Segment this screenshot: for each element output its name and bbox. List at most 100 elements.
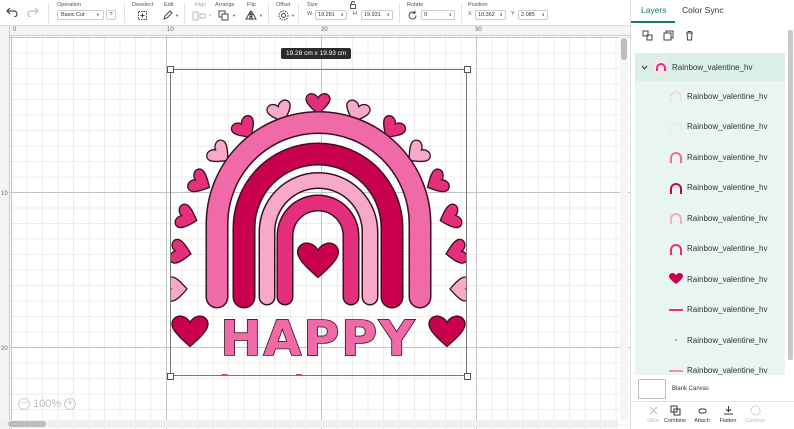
- group-icon[interactable]: [642, 28, 653, 46]
- layer-name: Rainbow_valentine_hv: [687, 244, 768, 253]
- deselect-button[interactable]: [137, 10, 148, 21]
- resize-handle[interactable]: [167, 66, 174, 73]
- panel-tabs: Layers Color Sync: [631, 0, 794, 24]
- resize-handle[interactable]: [167, 373, 174, 380]
- pen-icon: [163, 10, 173, 20]
- layer-row[interactable]: Rainbow_valentine_hv: [635, 173, 785, 203]
- action-label: Contour: [745, 418, 765, 424]
- layer-name: Rainbow_valentine_hv: [687, 152, 768, 162]
- undo-icon[interactable]: [6, 7, 18, 19]
- layer-thumbnail: [668, 150, 684, 164]
- layer-row[interactable]: Rainbow_valentine_hv: [635, 295, 785, 325]
- action-label: Flatten: [719, 418, 737, 424]
- chevron-down-icon: ▼: [291, 13, 295, 18]
- scrollbar-thumb[interactable]: [621, 38, 627, 60]
- vertical-scrollbar[interactable]: [620, 36, 628, 420]
- stepper-icon: ⬍: [541, 12, 545, 17]
- edit-toolbar: Operation Basic Cut ▼ ? Deselect Edit ▼ …: [0, 0, 630, 26]
- layer-row[interactable]: Rainbow_valentine_hv: [635, 142, 785, 172]
- layer-row[interactable]: Rainbow_valentine_hv: [635, 203, 785, 233]
- layer-row[interactable]: Rainbow_valentine_hv: [635, 325, 785, 355]
- layer-row[interactable]: Rainbow_valentine_hv: [635, 234, 785, 264]
- panel-scrollbar[interactable]: [788, 30, 793, 360]
- layer-row[interactable]: Rainbow_valentine_hv: [635, 264, 785, 294]
- layer-thumbnail: [668, 181, 684, 195]
- toolbar-divider: [399, 3, 400, 23]
- align-label: Align: [194, 2, 207, 8]
- attach-button[interactable]: Attach: [688, 405, 716, 424]
- toolbar-divider: [461, 3, 462, 23]
- zoom-in-button[interactable]: +: [64, 398, 77, 410]
- rotate-field[interactable]: 0 ⬍: [421, 10, 455, 20]
- operation-select[interactable]: Basic Cut ▼: [57, 10, 104, 20]
- flatten-button[interactable]: Flatten: [714, 405, 742, 424]
- toolbar-divider: [48, 3, 49, 23]
- align-button[interactable]: ▼: [192, 10, 212, 21]
- blank-canvas-swatch: [638, 379, 666, 399]
- x-field[interactable]: 10.362 ⬍: [475, 10, 506, 20]
- selection-box[interactable]: [170, 69, 467, 376]
- layer-thumbnail: [668, 364, 684, 376]
- chevron-down-icon: ▼: [96, 12, 100, 17]
- ruler-tick: 20: [321, 27, 328, 33]
- canvas-area[interactable]: 0 10 20 30 10 20 19.28 cm x 19.93 cm HAP…: [0, 26, 630, 429]
- align-icon: [192, 11, 206, 20]
- operation-value: Basic Cut: [61, 12, 85, 18]
- chevron-down-icon[interactable]: [641, 58, 648, 76]
- y-field[interactable]: 2.085 ⬍: [518, 10, 548, 20]
- layer-row[interactable]: Rainbow_valentine_hv: [635, 356, 785, 376]
- layer-row[interactable]: Rainbow_valentine_hv: [635, 81, 785, 111]
- lock-icon[interactable]: [349, 1, 357, 11]
- ruler-left: 10 20: [0, 26, 10, 429]
- layer-name: Rainbow_valentine_hv: [687, 183, 768, 192]
- chevron-down-icon: ▼: [259, 13, 263, 18]
- layer-name: Rainbow_valentine_hv: [687, 213, 768, 223]
- height-field[interactable]: 19.931 ⬍: [361, 10, 393, 20]
- flip-button[interactable]: ▼: [245, 10, 263, 21]
- layer-thumbnail: [668, 303, 684, 317]
- zoom-out-button[interactable]: −: [18, 398, 30, 410]
- trash-icon[interactable]: [684, 28, 695, 46]
- scrollbar-thumb[interactable]: [8, 421, 46, 427]
- blank-canvas-row[interactable]: Blank Canvas: [638, 379, 788, 399]
- width-field[interactable]: 19.281 ⬍: [315, 10, 347, 20]
- combine-button[interactable]: Combine: [661, 405, 689, 424]
- horizontal-scrollbar[interactable]: [0, 420, 618, 428]
- group-thumbnail: [654, 60, 668, 74]
- rotate-icon: [407, 10, 418, 23]
- rotate-label: Rotate: [407, 2, 424, 8]
- tab-layers[interactable]: Layers: [641, 5, 667, 15]
- layer-group[interactable]: Rainbow_valentine_hv: [635, 53, 785, 81]
- dimension-badge: 19.28 cm x 19.93 cm: [281, 48, 352, 59]
- stepper-icon: ⬍: [448, 12, 452, 17]
- duplicate-icon[interactable]: [663, 28, 674, 46]
- flip-label: Flip: [247, 2, 256, 8]
- scrollbar-thumb[interactable]: [788, 30, 793, 360]
- chevron-down-icon: ▼: [208, 13, 212, 18]
- zoom-control: − 100% +: [18, 398, 77, 410]
- operation-help-button[interactable]: ?: [106, 10, 116, 20]
- position-label: Position: [468, 2, 488, 8]
- edit-button[interactable]: ▼: [162, 10, 179, 21]
- layer-thumbnail: [668, 333, 684, 347]
- layer-actions: Slice Combine Attach Flatten Contour: [631, 401, 794, 429]
- arrange-button[interactable]: ▼: [218, 10, 236, 21]
- resize-handle[interactable]: [464, 66, 471, 73]
- redo-icon[interactable]: [27, 7, 39, 19]
- layer-thumbnail: [668, 120, 684, 134]
- tab-color-sync[interactable]: Color Sync: [682, 5, 724, 15]
- chevron-down-icon: ▼: [175, 13, 179, 18]
- blank-canvas-label: Blank Canvas: [672, 386, 710, 392]
- zoom-level: 100%: [33, 398, 62, 410]
- layer-name: Rainbow_valentine_hv: [687, 91, 768, 101]
- layer-row[interactable]: Rainbow_valentine_hv: [635, 112, 785, 142]
- arrange-icon: [218, 10, 229, 21]
- edit-label: Edit: [164, 2, 174, 8]
- stepper-icon: ⬍: [340, 12, 344, 17]
- design-space: Operation Basic Cut ▼ ? Deselect Edit ▼ …: [0, 0, 794, 429]
- resize-handle[interactable]: [464, 373, 471, 380]
- contour-button[interactable]: Contour: [741, 405, 769, 424]
- layer-name: Rainbow_valentine_hv: [687, 335, 768, 345]
- offset-button[interactable]: ▼: [278, 10, 295, 21]
- deselect-icon: [138, 11, 147, 20]
